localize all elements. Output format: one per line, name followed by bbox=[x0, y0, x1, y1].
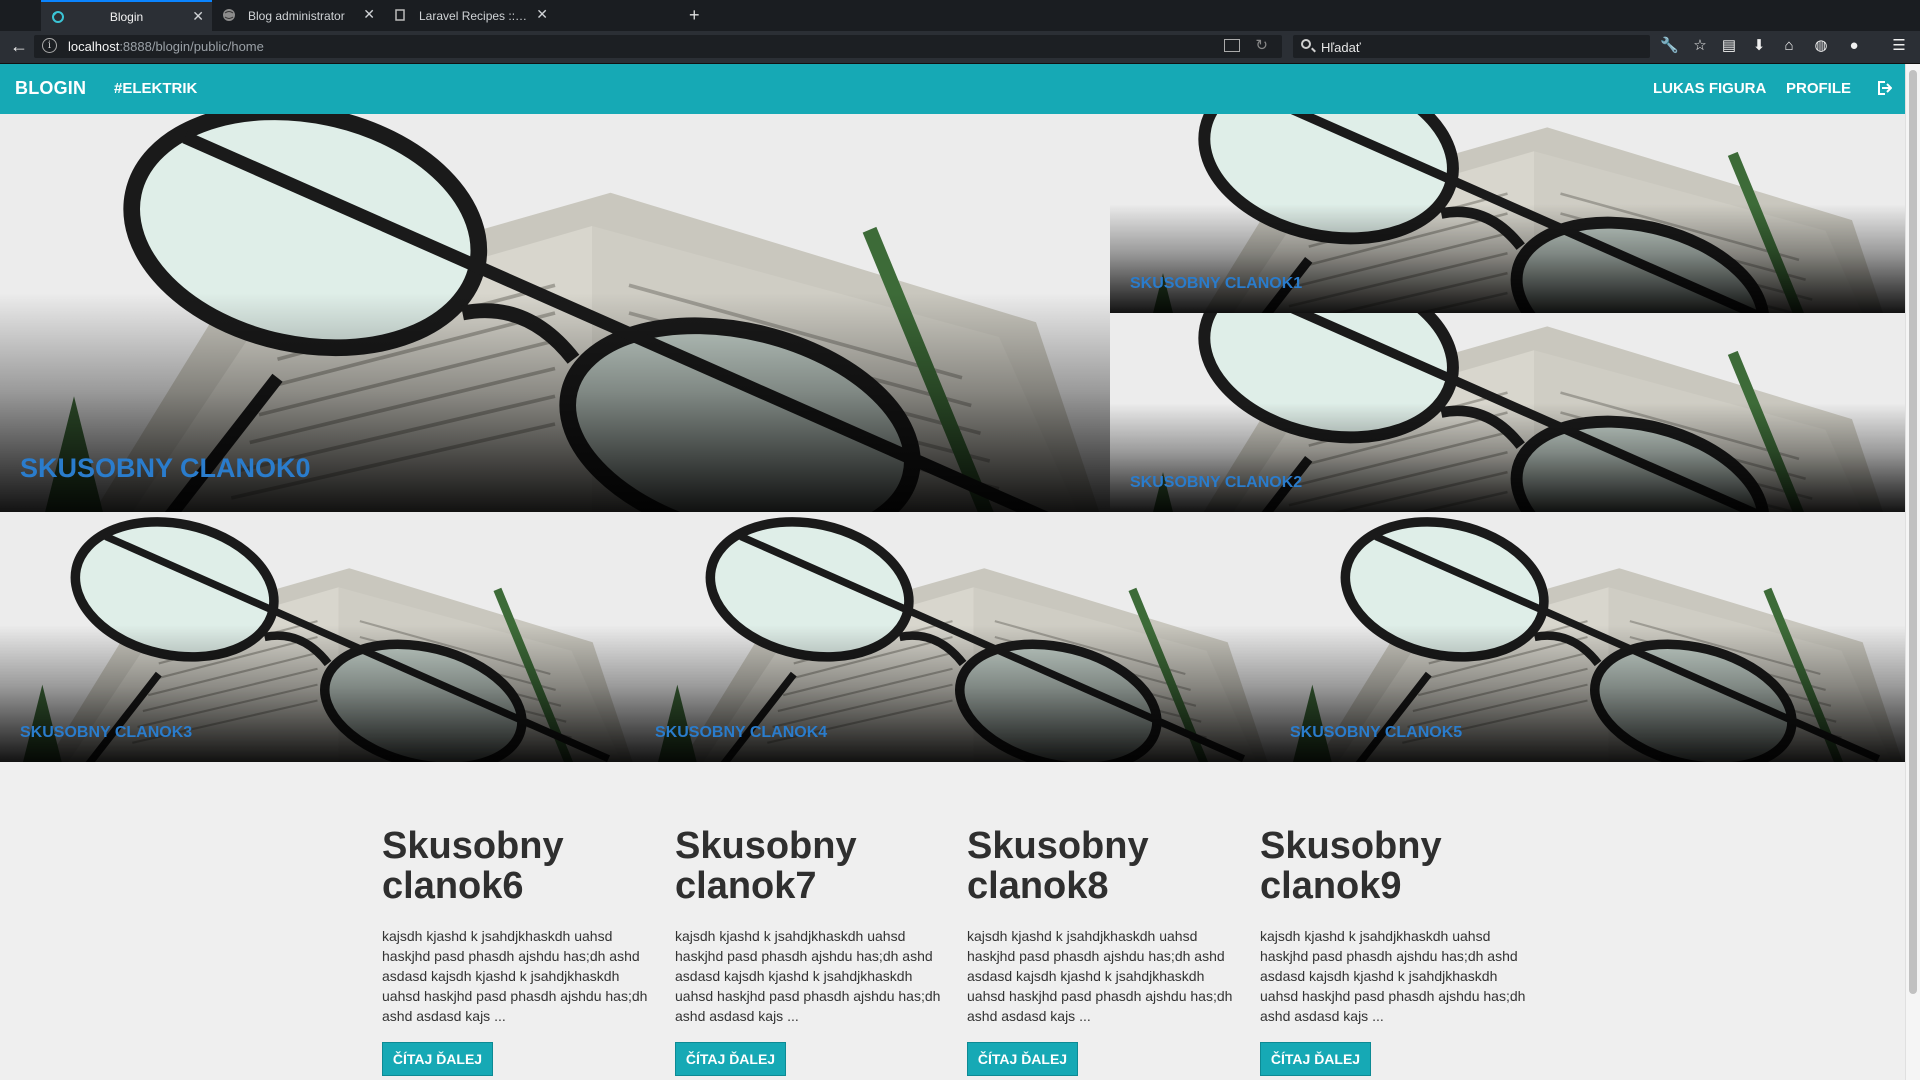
page-scrollbar[interactable] bbox=[1905, 64, 1920, 1080]
read-more-button[interactable]: ČÍTAJ ĎALEJ bbox=[382, 1042, 493, 1076]
article-excerpt: kajsdh kjashd k jsahdjkhaskdh uahsd hask… bbox=[1260, 928, 1526, 1024]
url-bar[interactable]: i localhost:8888/blogin/public/home ↻ bbox=[34, 35, 1282, 58]
close-tab-icon[interactable]: ✕ bbox=[363, 7, 375, 21]
featured-article-1[interactable]: SKUSOBNY CLANOK1 bbox=[1110, 114, 1905, 313]
featured-title[interactable]: SKUSOBNY CLANOK0 bbox=[20, 453, 311, 484]
search-icon bbox=[1301, 39, 1311, 49]
tab-title: Laravel Recipes :: Creating ... bbox=[419, 8, 528, 23]
url-host: localhost bbox=[68, 39, 120, 54]
article-title[interactable]: Skusobny clanok6 bbox=[382, 826, 652, 906]
brand-logo[interactable]: BLOGIN bbox=[15, 78, 86, 99]
clipboard-icon[interactable]: ▤ bbox=[1720, 37, 1738, 55]
image-overlay bbox=[1110, 203, 1905, 313]
document-favicon-icon bbox=[395, 9, 405, 21]
tab-title: Blogin bbox=[109, 9, 144, 24]
chat-icon[interactable]: ● bbox=[1845, 37, 1863, 55]
article-excerpt: kajsdh kjashd k jsahdjkhaskdh uahsd hask… bbox=[967, 928, 1233, 1024]
featured-title[interactable]: SKUSOBNY CLANOK3 bbox=[20, 724, 192, 742]
featured-title[interactable]: SKUSOBNY CLANOK1 bbox=[1130, 275, 1302, 293]
read-more-button[interactable]: ČÍTAJ ĎALEJ bbox=[675, 1042, 786, 1076]
back-arrow-icon[interactable]: ← bbox=[10, 37, 28, 55]
read-more-button[interactable]: ČÍTAJ ĎALEJ bbox=[1260, 1042, 1371, 1076]
new-tab-icon[interactable]: + bbox=[689, 5, 700, 26]
scrollbar-thumb[interactable] bbox=[1909, 70, 1917, 994]
star-icon[interactable]: ☆ bbox=[1691, 37, 1709, 55]
tab-blog-administrator[interactable]: Blog administrator ✕ bbox=[212, 0, 383, 31]
featured-article-2[interactable]: SKUSOBNY CLANOK2 bbox=[1110, 313, 1905, 512]
article-card: Skusobny clanok8 kajsdh kjashd k jsahdjk… bbox=[967, 826, 1237, 1076]
search-input[interactable] bbox=[1319, 38, 1623, 56]
close-tab-icon[interactable]: ✕ bbox=[536, 7, 548, 21]
article-title[interactable]: Skusobny clanok8 bbox=[967, 826, 1237, 906]
info-icon[interactable]: i bbox=[42, 38, 57, 53]
tab-laravel-recipes[interactable]: Laravel Recipes :: Creating ... ✕ bbox=[383, 0, 556, 31]
download-icon[interactable]: ⬇ bbox=[1750, 37, 1768, 55]
logout-icon[interactable] bbox=[1876, 80, 1892, 96]
browser-nav-bar: ← i localhost:8888/blogin/public/home ↻ … bbox=[0, 31, 1920, 64]
extension-icon[interactable]: ◍ bbox=[1812, 37, 1830, 55]
image-overlay bbox=[1110, 402, 1905, 512]
tab-title: Blog administrator bbox=[248, 8, 345, 23]
tab-blogin[interactable]: Blogin ✕ bbox=[41, 0, 212, 31]
site-header: BLOGIN #ELEKTRIK LUKAS FIGURA PROFILE bbox=[0, 64, 1905, 114]
featured-article-0[interactable]: SKUSOBNY CLANOK0 bbox=[0, 114, 1110, 512]
profile-link[interactable]: PROFILE bbox=[1786, 80, 1851, 97]
tag-link[interactable]: #ELEKTRIK bbox=[114, 80, 197, 97]
article-title[interactable]: Skusobny clanok7 bbox=[675, 826, 945, 906]
reader-view-icon[interactable] bbox=[1224, 39, 1240, 52]
featured-title[interactable]: SKUSOBNY CLANOK4 bbox=[655, 724, 827, 742]
url-text[interactable]: localhost:8888/blogin/public/home bbox=[68, 39, 264, 54]
user-name-link[interactable]: LUKAS FIGURA bbox=[1653, 80, 1766, 97]
featured-article-3[interactable]: SKUSOBNY CLANOK3 bbox=[0, 512, 635, 762]
article-excerpt: kajsdh kjashd k jsahdjkhaskdh uahsd hask… bbox=[382, 928, 648, 1024]
globe-favicon-icon bbox=[223, 9, 235, 21]
article-title[interactable]: Skusobny clanok9 bbox=[1260, 826, 1530, 906]
menu-icon[interactable]: ☰ bbox=[1890, 37, 1908, 55]
featured-title[interactable]: SKUSOBNY CLANOK5 bbox=[1290, 724, 1462, 742]
article-card: Skusobny clanok6 kajsdh kjashd k jsahdjk… bbox=[382, 826, 652, 1076]
article-excerpt: kajsdh kjashd k jsahdjkhaskdh uahsd hask… bbox=[675, 928, 941, 1024]
browser-tab-bar: Blogin ✕ Blog administrator ✕ Laravel Re… bbox=[0, 0, 1920, 31]
featured-title[interactable]: SKUSOBNY CLANOK2 bbox=[1130, 474, 1302, 492]
url-path: :8888/blogin/public/home bbox=[119, 39, 264, 54]
featured-article-4[interactable]: SKUSOBNY CLANOK4 bbox=[635, 512, 1270, 762]
reload-icon[interactable]: ↻ bbox=[1255, 36, 1268, 54]
read-more-button[interactable]: ČÍTAJ ĎALEJ bbox=[967, 1042, 1078, 1076]
search-box[interactable] bbox=[1293, 35, 1650, 58]
article-card: Skusobny clanok9 kajsdh kjashd k jsahdjk… bbox=[1260, 826, 1530, 1076]
article-card: Skusobny clanok7 kajsdh kjashd k jsahdjk… bbox=[675, 826, 945, 1076]
featured-article-5[interactable]: SKUSOBNY CLANOK5 bbox=[1270, 512, 1905, 762]
wrench-icon[interactable]: 🔧 bbox=[1660, 37, 1679, 55]
home-icon[interactable]: ⌂ bbox=[1780, 37, 1798, 55]
close-tab-icon[interactable]: ✕ bbox=[192, 9, 204, 23]
